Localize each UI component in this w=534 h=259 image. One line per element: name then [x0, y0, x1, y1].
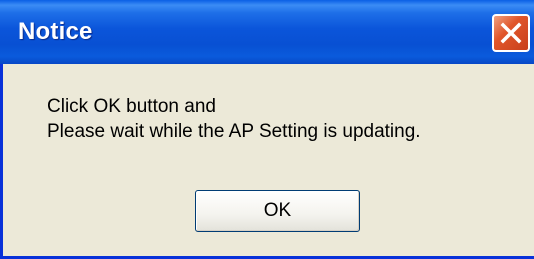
message-line-1: Click OK button and	[47, 96, 216, 117]
window-title: Notice	[18, 18, 93, 45]
title-bar[interactable]: Notice	[0, 0, 534, 64]
ok-button[interactable]: OK	[195, 190, 360, 232]
message-line-2: Please wait while the AP Setting is upda…	[47, 121, 421, 142]
notice-dialog: Notice Click OK button and Please wait w…	[0, 0, 534, 259]
message-text: Click OK button and Please wait while th…	[47, 94, 421, 144]
close-button[interactable]	[492, 14, 530, 52]
close-icon	[500, 22, 522, 44]
